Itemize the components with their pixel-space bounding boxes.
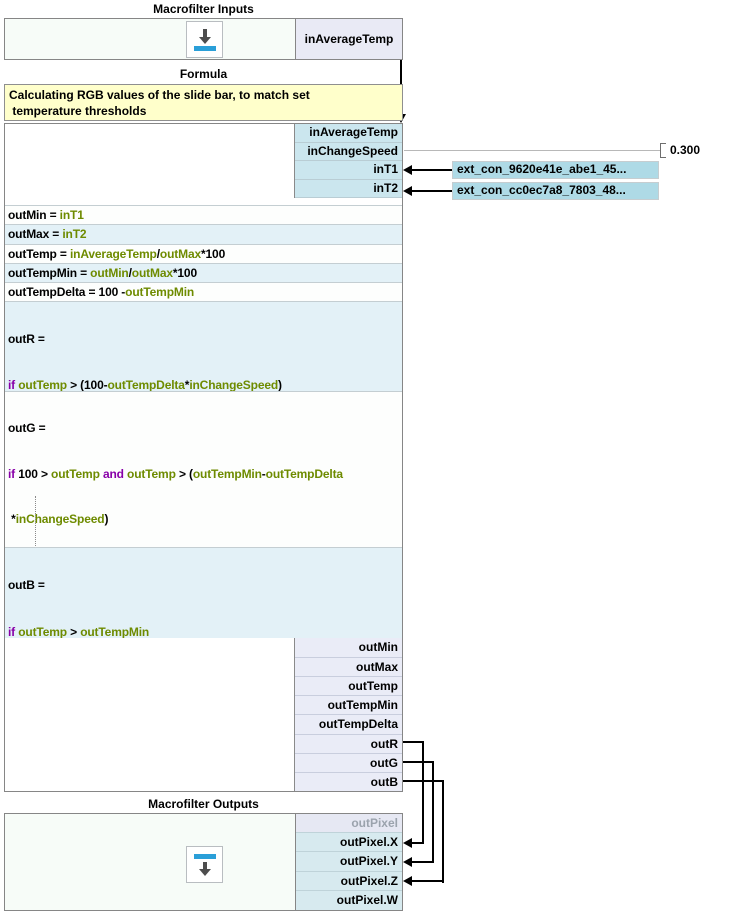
macro-input-icon xyxy=(192,27,218,53)
port-outTempMin[interactable]: outTempMin xyxy=(295,695,402,714)
macrofilter-inputs-block[interactable]: inAverageTemp xyxy=(4,18,403,60)
arrowhead-outPixelY xyxy=(403,857,412,867)
formula-title: Formula xyxy=(4,67,403,81)
port-inChangeSpeed[interactable]: inChangeSpeed xyxy=(295,143,402,162)
wire-outB-h1[interactable] xyxy=(403,780,444,782)
ext-connection-inT2[interactable]: ext_con_cc0ec7a8_7803_48... xyxy=(452,182,659,200)
macrofilter-outputs-icon-box[interactable] xyxy=(186,846,223,883)
wire-outG-h1[interactable] xyxy=(403,761,434,763)
macro-output-icon xyxy=(192,852,218,878)
formula-row-outTemp[interactable]: outTemp = inAverageTemp/outMax*100 xyxy=(5,244,402,263)
formula-block[interactable]: inAverageTemp inChangeSpeed inT1 inT2 ou… xyxy=(4,123,403,792)
port-outTempDelta[interactable]: outTempDelta xyxy=(295,714,402,733)
arrowhead-inT1 xyxy=(403,165,412,175)
formula-row-outB[interactable]: outB = if outTemp > outTempMin then max(… xyxy=(5,547,402,638)
formula-line: outG = xyxy=(5,420,402,437)
port-outPixel-X[interactable]: outPixel.X xyxy=(296,833,402,852)
formula-line: if 100 > outTemp and outTemp > (outTempM… xyxy=(5,466,402,483)
wire-inChangeSpeed-constant[interactable] xyxy=(404,150,660,151)
port-outTemp[interactable]: outTemp xyxy=(295,676,402,695)
macrofilter-inputs-title: Macrofilter Inputs xyxy=(4,2,403,16)
indent-guide-line xyxy=(35,496,36,547)
formula-row-outMin[interactable]: outMin = inT1 xyxy=(5,205,402,224)
formula-output-ports: outMin outMax outTemp outTempMin outTemp… xyxy=(294,638,402,791)
wire-ext-inT1[interactable] xyxy=(412,169,452,171)
port-inAverageTemp[interactable]: inAverageTemp xyxy=(295,124,402,143)
port-outPixel-Z[interactable]: outPixel.Z xyxy=(296,872,402,891)
formula-rows: outMin = inT1 outMax = inT2 outTemp = in… xyxy=(5,205,402,638)
constant-value-inChangeSpeed[interactable]: 0.300 xyxy=(670,143,700,157)
port-inT1[interactable]: inT1 xyxy=(295,161,402,180)
constant-bracket xyxy=(660,143,661,158)
formula-line: if outTemp > outTempMin xyxy=(5,623,402,639)
formula-line: outB = xyxy=(5,576,402,594)
formula-row-outMax[interactable]: outMax = inT2 xyxy=(5,224,402,243)
macrofilter-editor-canvas: { "macro_inputs": { "title": "Macrofilte… xyxy=(0,0,750,920)
formula-line: outR = xyxy=(5,330,402,348)
wire-outG-h2[interactable] xyxy=(412,861,434,863)
macrofilter-outputs-title: Macrofilter Outputs xyxy=(4,797,403,811)
wire-outR-v[interactable] xyxy=(422,741,424,843)
macrofilter-inputs-icon-box[interactable] xyxy=(186,21,223,58)
port-outMax[interactable]: outMax xyxy=(295,657,402,676)
port-outR[interactable]: outR xyxy=(295,734,402,753)
port-inT2[interactable]: inT2 xyxy=(295,180,402,199)
port-outPixel-W[interactable]: outPixel.W xyxy=(296,891,402,910)
port-outB[interactable]: outB xyxy=(295,772,402,791)
macrofilter-outputs-block[interactable]: outPixel outPixel.X outPixel.Y outPixel.… xyxy=(4,813,403,911)
arrowhead-inT2 xyxy=(403,186,412,196)
formula-row-outR[interactable]: outR = if outTemp > (100-outTempDelta*in… xyxy=(5,301,402,391)
macrofilter-output-ports: outPixel outPixel.X outPixel.Y outPixel.… xyxy=(295,814,402,910)
constant-bracket-tick-top xyxy=(660,143,666,144)
port-outG[interactable]: outG xyxy=(295,753,402,772)
formula-row-outG[interactable]: outG = if 100 > outTemp and outTemp > (o… xyxy=(5,391,402,547)
port-outPixel[interactable]: outPixel xyxy=(296,814,402,833)
wire-ext-inT2[interactable] xyxy=(412,190,452,192)
formula-row-outTempDelta[interactable]: outTempDelta = 100 -outTempMin xyxy=(5,282,402,301)
port-outPixel-Y[interactable]: outPixel.Y xyxy=(296,852,402,871)
wire-outR-h1[interactable] xyxy=(403,741,424,743)
port-outMin[interactable]: outMin xyxy=(295,638,402,657)
formula-line: if outTemp > (100-outTempDelta*inChangeS… xyxy=(5,376,402,391)
wire-outB-h2[interactable] xyxy=(412,880,444,882)
ext-connection-inT1[interactable]: ext_con_9620e41e_abe1_45... xyxy=(452,161,659,179)
arrowhead-outPixelX xyxy=(403,838,412,848)
port-inAverageTemp-source[interactable]: inAverageTemp xyxy=(295,19,402,59)
arrowhead-outPixelZ xyxy=(403,876,412,886)
constant-bracket-tick-bottom xyxy=(660,157,666,158)
formula-row-outTempMin[interactable]: outTempMin = outMin/outMax*100 xyxy=(5,263,402,282)
formula-input-ports: inAverageTemp inChangeSpeed inT1 inT2 xyxy=(294,124,402,198)
wire-outB-v[interactable] xyxy=(442,780,444,883)
wire-outG-v[interactable] xyxy=(432,761,434,863)
formula-line: *inChangeSpeed) xyxy=(5,511,402,528)
wire-outR-h2[interactable] xyxy=(412,842,424,844)
formula-comment[interactable]: Calculating RGB values of the slide bar,… xyxy=(4,84,403,121)
